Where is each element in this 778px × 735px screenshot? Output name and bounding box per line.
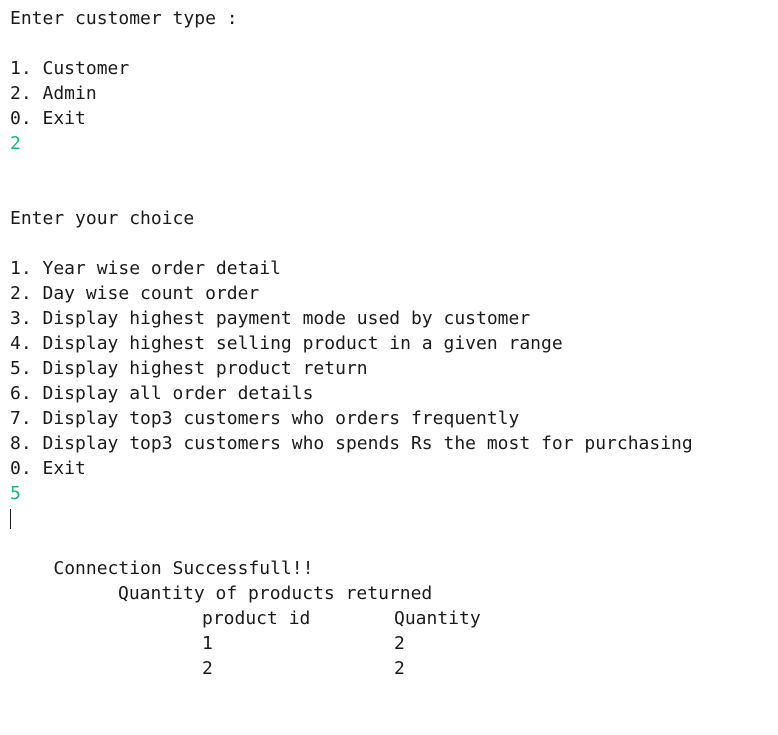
console-output: Enter customer type : 1. Customer 2. Adm…	[10, 6, 778, 681]
cell-product-id: 2	[202, 658, 213, 679]
choice-prompt: Enter your choice	[10, 208, 195, 229]
choice-option-2: 2. Day wise count order	[10, 283, 260, 304]
choice-option-8: 8. Display top3 customers who spends Rs …	[10, 433, 693, 454]
choice-input: 5	[10, 483, 21, 504]
header-quantity: Quantity	[394, 608, 481, 629]
result-table-header: product id Quantity	[10, 606, 778, 631]
choice-option-7: 7. Display top3 customers who orders fre…	[10, 408, 520, 429]
choice-option-5: 5. Display highest product return	[10, 358, 368, 379]
cell-product-id: 1	[202, 633, 213, 654]
customer-option-exit: 0. Exit	[10, 108, 86, 129]
customer-type-prompt: Enter customer type :	[10, 8, 238, 29]
customer-option-customer: 1. Customer	[10, 58, 130, 79]
choice-option-3: 3. Display highest payment mode used by …	[10, 308, 531, 329]
customer-type-input: 2	[10, 133, 21, 154]
customer-option-admin: 2. Admin	[10, 83, 97, 104]
choice-option-1: 1. Year wise order detail	[10, 258, 281, 279]
choice-option-exit: 0. Exit	[10, 458, 86, 479]
cell-quantity: 2	[394, 658, 405, 679]
result-table-title: Quantity of products returned	[118, 583, 433, 604]
connection-status-line: Connection Successfull!!	[10, 506, 778, 579]
connection-status: Connection Successfull!!	[53, 558, 314, 579]
table-row: 2 2	[10, 656, 778, 681]
choice-option-6: 6. Display all order details	[10, 383, 314, 404]
text-cursor	[10, 509, 11, 529]
table-row: 1 2	[10, 631, 778, 656]
choice-option-4: 4. Display highest selling product in a …	[10, 333, 563, 354]
cell-quantity: 2	[394, 633, 405, 654]
header-product-id: product id	[202, 608, 311, 629]
